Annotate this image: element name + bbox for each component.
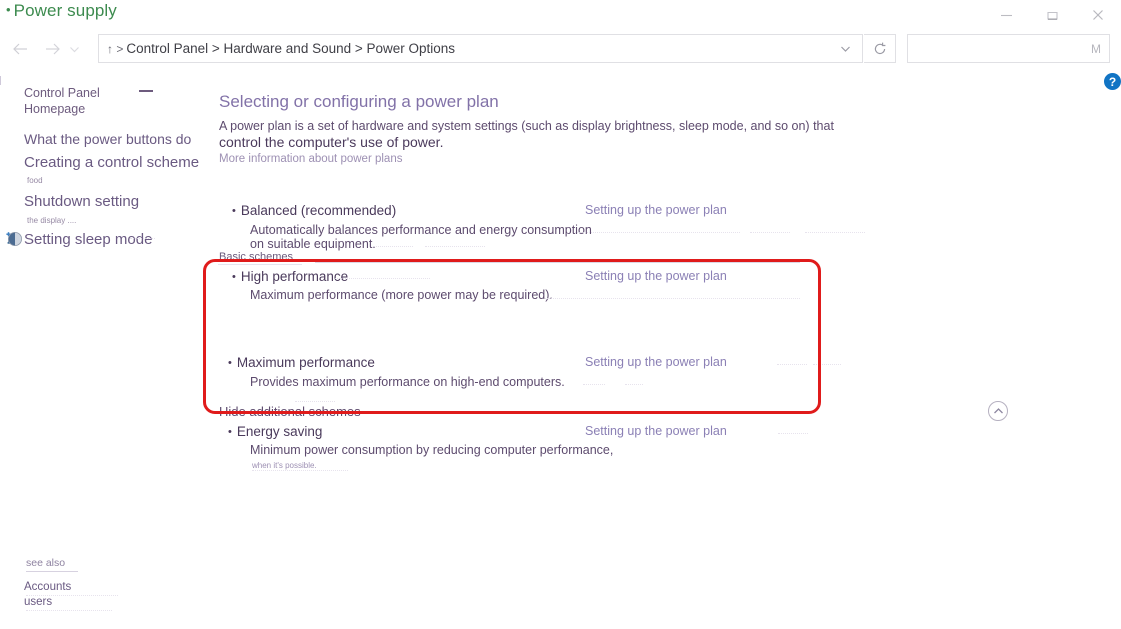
- minimize-icon[interactable]: [983, 0, 1029, 30]
- more-information-link[interactable]: More information about power plans: [219, 153, 402, 165]
- plan-name[interactable]: • Maximum performance: [228, 355, 375, 370]
- address-bar[interactable]: ↑ > Control Panel > Hardware and Sound >…: [98, 34, 863, 63]
- basic-schemes-underline-artifact: [218, 264, 302, 265]
- artifact-dots: [145, 238, 155, 239]
- artifact-dots: [805, 232, 865, 233]
- artifact-dots: [425, 246, 485, 247]
- artifact-dots: [252, 470, 348, 471]
- sidebar-home-line2: Homepage: [24, 101, 86, 116]
- sidebar-item-sleep-mode[interactable]: Setting sleep mode: [24, 231, 152, 248]
- plan-bullet-icon: •: [232, 271, 236, 283]
- sidebar-divider-dash: [139, 90, 153, 92]
- breadcrumb-path[interactable]: Control Panel > Hardware and Sound > Pow…: [126, 41, 828, 56]
- sidebar-note-food: food: [27, 176, 43, 185]
- sidebar-home-line1: Control Panel: [24, 86, 100, 100]
- window-title-text: Power supply: [13, 1, 117, 20]
- plan-name[interactable]: • Balanced (recommended): [232, 203, 396, 218]
- sidebar-artifact-mark: [0, 76, 1, 85]
- hide-additional-schemes-label[interactable]: Hide additional schemes: [219, 404, 361, 419]
- sidebar-item-control-panel-homepage[interactable]: Control Panel Homepage: [24, 86, 139, 117]
- plan-name-text: Energy saving: [236, 424, 323, 439]
- hide-additional-rule: [405, 411, 777, 412]
- collapse-chevron-up-icon[interactable]: [988, 401, 1008, 421]
- artifact-dots: [583, 384, 605, 385]
- basic-schemes-rule: [315, 262, 800, 263]
- sidebar-note-display: the display ....: [27, 216, 77, 225]
- window-controls: [983, 0, 1121, 30]
- intro-text-line1: A power plan is a set of hardware and sy…: [219, 119, 834, 133]
- plan-description: Minimum power consumption by reducing co…: [250, 443, 614, 457]
- plan-name[interactable]: • Energy saving: [228, 424, 322, 439]
- plan-name[interactable]: • High performance: [232, 269, 348, 284]
- artifact-dots: [26, 610, 112, 611]
- sidebar-item-control-scheme[interactable]: Creating a control scheme: [24, 154, 199, 171]
- up-one-level-icon[interactable]: ↑ >: [99, 42, 126, 56]
- artifact-dots: [130, 238, 144, 239]
- artifact-dots: [625, 384, 643, 385]
- plan-bullet-icon: •: [228, 426, 232, 438]
- search-input[interactable]: M: [907, 34, 1110, 63]
- basic-schemes-label: Basic schemes: [219, 251, 293, 263]
- plan-description-continued: on suitable equipment.: [250, 237, 376, 251]
- back-arrow-icon[interactable]: [6, 30, 34, 68]
- artifact-dots: [373, 246, 413, 247]
- navigation-bar: ↑ > Control Panel > Hardware and Sound >…: [0, 30, 1121, 68]
- artifact-dots: [295, 401, 335, 402]
- plan-setup-link[interactable]: Setting up the power plan: [585, 424, 727, 438]
- intro-text-line2: control the computer's use of power.: [219, 134, 444, 150]
- plan-bullet-icon: •: [228, 357, 232, 369]
- see-also-item-accounts[interactable]: Accounts: [24, 581, 71, 593]
- plan-name-text: Maximum performance: [236, 355, 375, 370]
- see-also-heading: see also: [26, 557, 66, 569]
- artifact-dots: [575, 232, 740, 233]
- plan-description: Maximum performance (more power may be r…: [250, 288, 553, 302]
- see-also-item-users[interactable]: users: [24, 596, 52, 608]
- plan-name-text: Balanced (recommended): [240, 203, 397, 218]
- main-content: Selecting or configuring a power plan A …: [205, 76, 1121, 629]
- half-circle-icon: [7, 231, 23, 247]
- address-dropdown-chevron-icon[interactable]: [828, 35, 862, 62]
- plan-name-text: High performance: [240, 269, 349, 284]
- recent-locations-chevron-icon[interactable]: [62, 30, 86, 68]
- title-bullet: •: [6, 2, 11, 17]
- artifact-dots: [26, 595, 118, 596]
- window-titlebar: • Power supply: [0, 0, 1121, 30]
- artifact-dots: [813, 364, 841, 365]
- search-hint-text: M: [1091, 41, 1101, 56]
- plan-description: Provides maximum performance on high-end…: [250, 375, 565, 389]
- plan-setup-link[interactable]: Setting up the power plan: [585, 355, 727, 369]
- window-title: • Power supply: [6, 1, 117, 21]
- see-also-rule: [26, 571, 78, 572]
- artifact-dots: [335, 278, 430, 279]
- maximize-icon[interactable]: [1029, 0, 1075, 30]
- plan-description: Automatically balances performance and e…: [250, 223, 592, 237]
- artifact-dots: [778, 433, 808, 434]
- sidebar: Control Panel Homepage What the power bu…: [0, 76, 205, 546]
- plan-note: when it's possible.: [252, 461, 317, 470]
- sidebar-item-shutdown-setting[interactable]: Shutdown setting: [24, 193, 139, 210]
- refresh-button[interactable]: [864, 34, 896, 63]
- plan-bullet-icon: •: [232, 205, 236, 217]
- close-icon[interactable]: [1075, 0, 1121, 30]
- page-title: Selecting or configuring a power plan: [219, 92, 499, 111]
- sidebar-item-power-buttons[interactable]: What the power buttons do: [24, 131, 191, 147]
- plan-setup-link[interactable]: Setting up the power plan: [585, 269, 727, 283]
- artifact-dots: [777, 364, 807, 365]
- artifact-dots: [545, 298, 800, 299]
- artifact-dots: [750, 232, 790, 233]
- plan-setup-link[interactable]: Setting up the power plan: [585, 203, 727, 217]
